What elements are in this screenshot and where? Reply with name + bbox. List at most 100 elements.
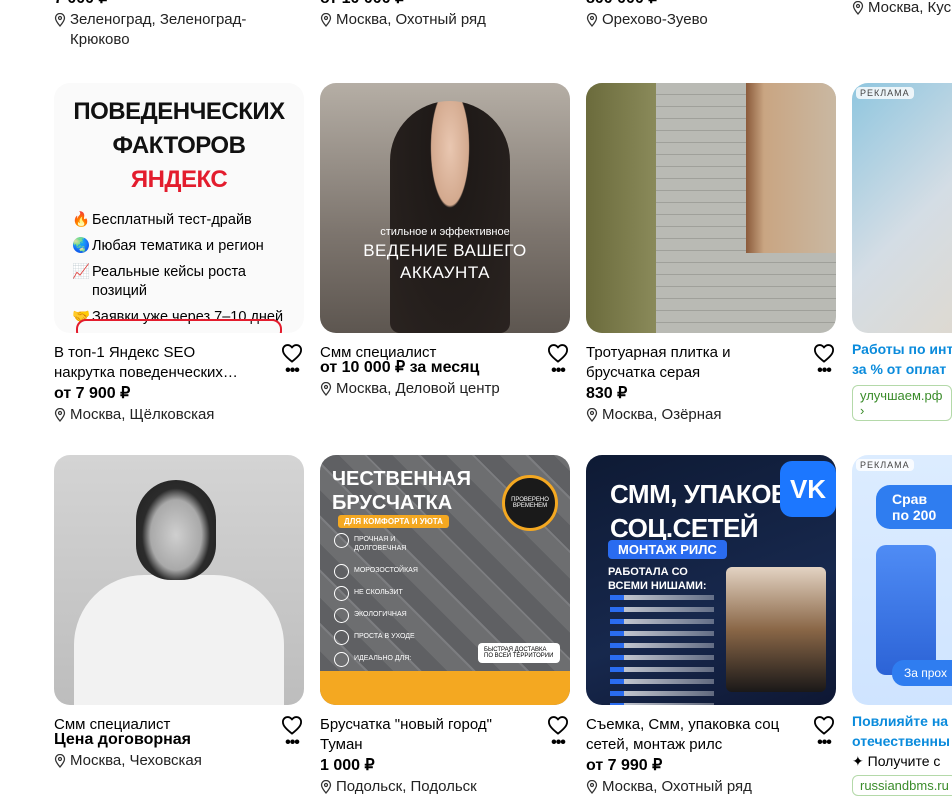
image-caption: стильное и эффективное <box>380 226 510 238</box>
location-pin-icon <box>54 754 66 768</box>
listing-image[interactable]: стильное и эффективное ВЕДЕНИЕ ВАШЕГО АК… <box>320 83 570 333</box>
more-options-icon[interactable]: ••• <box>817 735 832 751</box>
more-options-icon[interactable]: ••• <box>285 363 300 379</box>
ad-image[interactable]: РЕКЛАМА Срав по 200 За прох <box>852 455 952 705</box>
favorite-heart-icon[interactable] <box>813 343 835 363</box>
location-pin-icon <box>586 13 598 27</box>
more-options-icon[interactable]: ••• <box>817 363 832 379</box>
ad-image-banner: Срав по 200 <box>876 485 952 529</box>
listing-image[interactable] <box>54 455 304 705</box>
location-pin-icon <box>586 780 598 794</box>
price: от 7 990 ₽ <box>586 757 663 774</box>
listing-card-top-1[interactable]: 7 000 ₽ Зеленоград, Зеленоград-Крюково <box>54 0 304 50</box>
ad-badge: РЕКЛАМА <box>856 87 914 99</box>
ad-image[interactable]: РЕКЛАМА <box>852 83 952 333</box>
location-pin-icon <box>320 13 332 27</box>
price: Цена договорная <box>54 731 192 748</box>
listing-card-top-2[interactable]: от 10 000 ₽ Москва, Охотный ряд <box>320 0 570 30</box>
favorite-heart-icon[interactable] <box>547 343 569 363</box>
favorite-heart-icon[interactable] <box>547 715 569 735</box>
listing-title[interactable]: В топ-1 Яндекс SEO накрутка поведенчески… <box>54 343 259 383</box>
image-footer-strip <box>320 671 570 705</box>
location: Зеленоград, Зеленоград-Крюково <box>54 10 304 50</box>
favorite-heart-icon[interactable] <box>281 343 303 363</box>
image-headline: ВЕДЕНИЕ ВАШЕГО АККАУНТА <box>363 241 527 282</box>
ad-domain-link[interactable]: улучшаем.рф › <box>852 385 952 421</box>
feature: ИДЕАЛЬНО ДЛЯ: <box>334 652 444 667</box>
listing-card[interactable]: ПОВЕДЕНЧЕСКИХ ФАКТОРОВ ЯНДЕКС 🔥 Бесплатны… <box>54 83 304 425</box>
photo-shirt <box>74 575 284 705</box>
chart-icon: 📈 <box>72 264 91 280</box>
consult-button-graphic <box>76 319 282 333</box>
location-pin-icon <box>320 780 332 794</box>
listing-card[interactable]: стильное и эффективное ВЕДЕНИЕ ВАШЕГО АК… <box>320 83 570 399</box>
location: Москва, Деловой центр <box>320 379 570 399</box>
image-headline: ЧЕСТВЕННАЯ БРУСЧАТКА <box>332 468 472 514</box>
photo-person <box>390 101 510 333</box>
ad-extra: ✦ Получите с <box>852 753 941 769</box>
price: от 10 000 ₽ за месяц <box>320 359 480 376</box>
location: Москва, Чеховская <box>54 751 304 771</box>
ad-image-button: За прох <box>892 660 952 686</box>
listing-title[interactable]: Съемка, Смм, упаковка соц сетей, монтаж … <box>586 715 791 755</box>
ad-badge: РЕКЛАМА <box>856 459 914 471</box>
listing-title[interactable]: Тротуарная плитка и брусчатка серая <box>586 343 791 383</box>
ad-card[interactable]: РЕКЛАМА Срав по 200 За прох Повлияйте на… <box>852 455 952 796</box>
listing-card[interactable]: ЧЕСТВЕННАЯ БРУСЧАТКА ДЛЯ КОМФОРТА И УЮТА… <box>320 455 570 797</box>
location: Подольск, Подольск <box>320 777 570 797</box>
listing-image[interactable]: ЧЕСТВЕННАЯ БРУСЧАТКА ДЛЯ КОМФОРТА И УЮТА… <box>320 455 570 705</box>
ad-card[interactable]: РЕКЛАМА Работы по инт за % от оплат улуч… <box>852 83 952 421</box>
location: Орехово-Зуево <box>586 10 836 30</box>
sparkle-icon: ✦ <box>852 753 864 769</box>
location-pin-icon <box>320 382 332 396</box>
location-pin-icon <box>852 1 864 15</box>
more-options-icon[interactable]: ••• <box>285 735 300 751</box>
price: от 7 900 ₽ <box>54 385 131 402</box>
more-options-icon[interactable]: ••• <box>551 363 566 379</box>
image-subtitle: РАБОТАЛА СО ВСЕМИ НИШАМИ: <box>608 566 707 592</box>
listing-image[interactable]: СММ, УПАКОВКА СОЦ.СЕТЕЙ МОНТАЖ РИЛС VK Р… <box>586 455 836 705</box>
vk-logo-icon: VK <box>780 461 836 517</box>
photo-head <box>136 480 216 580</box>
location-pin-icon <box>586 408 598 422</box>
price: от 10 000 ₽ <box>320 0 570 10</box>
price: 800 000 ₽ <box>586 0 836 10</box>
listing-card[interactable]: Смм специалист ••• Цена договорная Москв… <box>54 455 304 771</box>
price: 1 000 ₽ <box>320 757 375 774</box>
photo-grass <box>586 83 656 333</box>
price: 830 ₽ <box>586 385 628 402</box>
bullet: 🌏 Любая тематика и регион <box>72 238 264 254</box>
image-list-graphic <box>610 595 714 705</box>
location: Москва, Кус <box>852 0 952 18</box>
listing-image[interactable] <box>586 83 836 333</box>
listing-image[interactable]: ПОВЕДЕНЧЕСКИХ ФАКТОРОВ ЯНДЕКС 🔥 Бесплатны… <box>54 83 304 333</box>
listing-title[interactable]: Брусчатка "новый город" Туман <box>320 715 525 755</box>
feature: ПРОЧНАЯ И ДОЛГОВЕЧНАЯ <box>334 533 444 553</box>
ad-title[interactable]: Работы по инт за % от оплат <box>852 339 952 379</box>
location-pin-icon <box>54 408 66 422</box>
listing-card[interactable]: Тротуарная плитка и брусчатка серая ••• … <box>586 83 836 425</box>
quality-badge: ПРОВЕРЕНО ВРЕМЕНЕМ <box>502 475 558 531</box>
feature: ПРОСТА В УХОДЕ <box>334 630 444 645</box>
ad-card-top[interactable]: Москва, Кус <box>852 0 952 18</box>
feature: НЕ СКОЛЬЗИТ <box>334 586 444 601</box>
image-tag: МОНТАЖ РИЛС <box>608 540 727 559</box>
favorite-heart-icon[interactable] <box>813 715 835 735</box>
image-tag: ДЛЯ КОМФОРТА И УЮТА <box>338 515 449 528</box>
more-options-icon[interactable]: ••• <box>551 735 566 751</box>
photo-wall <box>746 83 836 253</box>
image-features: ПРОЧНАЯ И ДОЛГОВЕЧНАЯ МОРОЗОСТОЙКАЯ НЕ С… <box>334 533 444 676</box>
location: Москва, Щёлковская <box>54 405 304 425</box>
location: Москва, Охотный ряд <box>586 777 836 797</box>
favorite-heart-icon[interactable] <box>281 715 303 735</box>
listing-card[interactable]: СММ, УПАКОВКА СОЦ.СЕТЕЙ МОНТАЖ РИЛС VK Р… <box>586 455 836 797</box>
ad-title[interactable]: Повлияйте на отечественны <box>852 711 952 751</box>
feature: ЭКОЛОГИЧНАЯ <box>334 608 444 623</box>
listing-card-top-3[interactable]: 800 000 ₽ Орехово-Зуево <box>586 0 836 30</box>
feature: МОРОЗОСТОЙКАЯ <box>334 564 444 579</box>
globe-icon: 🌏 <box>72 238 91 254</box>
bullet: 🔥 Бесплатный тест-драйв <box>72 212 252 228</box>
ad-domain-link[interactable]: russiandbms.ru <box>852 775 952 796</box>
bullet: 📈 Реальные кейсы роста позиций <box>72 264 246 299</box>
image-bullets: 🔥 Бесплатный тест-драйв 🌏 Любая тематика и… <box>72 211 286 327</box>
